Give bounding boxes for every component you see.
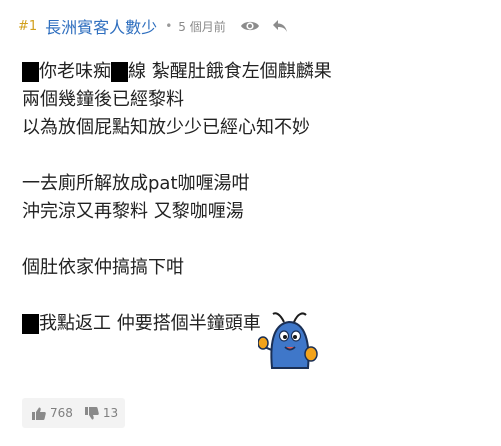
censor-block [111,62,128,82]
downvote-count: 13 [102,406,119,420]
username-link[interactable]: 長洲賓客人數少 [45,14,157,38]
content-line: 個肚依家仲搞搞下咁 [22,257,184,278]
censor-block [22,62,39,82]
post-number: #1 [18,18,38,34]
line-text: 線 紮醒肚餓食左個麒麟果 [128,61,332,82]
line-text: 我點返工 仲要搭個半鐘頭車 [39,313,261,334]
eye-icon[interactable] [240,19,260,33]
reply-icon[interactable] [272,19,288,33]
content-line: 你老味痴 線 紮醒肚餓食左個麒麟果 [22,58,332,86]
emoji-sticker [257,310,318,372]
censor-block [22,314,39,334]
vote-bar: 768 13 [22,398,125,428]
post-content: 你老味痴 線 紮醒肚餓食左個麒麟果 兩個幾鐘後已經黎料 以為放個屁點知放少少已經… [22,58,332,338]
content-line: 以為放個屁點知放少少已經心知不妙 [22,117,310,138]
post-time: 5 個月前 [178,19,226,34]
separator-dot: • [165,19,173,33]
thumbs-down-icon [84,406,99,419]
upvote-count: 768 [50,406,73,420]
line-text: 你老味痴 [39,61,111,82]
content-line: 兩個幾鐘後已經黎料 [22,89,184,110]
content-line: 一去廁所解放成pat咖喱湯咁 [22,173,250,194]
upvote-button[interactable]: 768 [32,406,73,420]
content-line: 沖完涼又再黎料 又黎咖喱湯 [22,201,244,222]
thumbs-up-icon [32,407,46,420]
post-header: #1 長洲賓客人數少 • 5 個月前 [18,14,300,38]
downvote-button[interactable]: 13 [84,406,119,420]
